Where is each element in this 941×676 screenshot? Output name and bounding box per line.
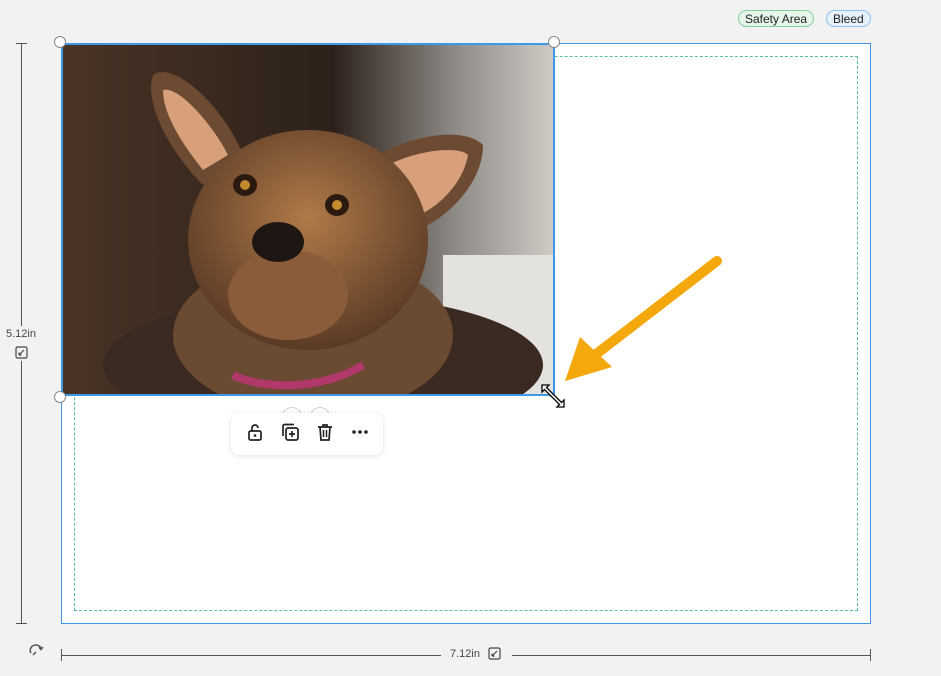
edit-width-icon[interactable] bbox=[488, 647, 501, 660]
element-toolbar bbox=[231, 413, 383, 455]
width-ruler-cap-left bbox=[61, 649, 62, 661]
annotation-arrow bbox=[560, 255, 730, 395]
dog-photo[interactable] bbox=[61, 43, 555, 396]
duplicate-icon bbox=[280, 422, 300, 447]
width-ruler-line-left bbox=[61, 655, 441, 656]
delete-button[interactable] bbox=[311, 420, 339, 448]
unlock-button[interactable] bbox=[241, 420, 269, 448]
more-options-icon bbox=[350, 422, 370, 447]
height-value: 5.12in bbox=[6, 328, 36, 340]
height-ruler-cap-top bbox=[16, 43, 27, 44]
bleed-legend[interactable]: Bleed bbox=[826, 10, 871, 27]
width-dimension: 7.12in bbox=[446, 647, 505, 660]
trash-icon bbox=[315, 422, 335, 447]
resize-handle-top-right[interactable] bbox=[548, 36, 560, 48]
width-ruler-cap-right bbox=[870, 649, 871, 661]
edit-height-icon[interactable] bbox=[0, 346, 42, 359]
width-value: 7.12in bbox=[450, 647, 480, 660]
resize-handle-top-left[interactable] bbox=[54, 36, 66, 48]
rotate-icon[interactable] bbox=[27, 640, 45, 663]
height-dimension: 5.12in bbox=[0, 326, 42, 361]
duplicate-button[interactable] bbox=[276, 420, 304, 448]
height-ruler-cap-bottom bbox=[16, 623, 27, 624]
width-ruler-line-right bbox=[512, 655, 871, 656]
unlock-icon bbox=[245, 422, 265, 447]
resize-handle-bottom-left[interactable] bbox=[54, 391, 66, 403]
more-options-button[interactable] bbox=[346, 420, 374, 448]
safety-area-legend[interactable]: Safety Area bbox=[738, 10, 815, 27]
